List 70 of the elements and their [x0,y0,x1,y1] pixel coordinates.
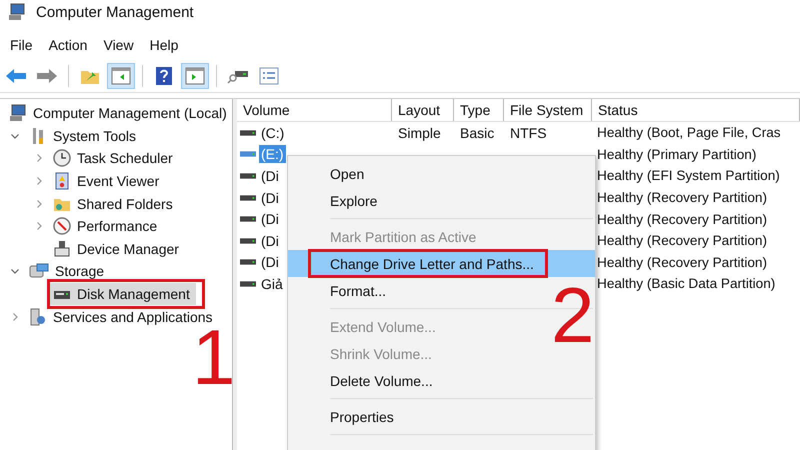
gauge-icon [53,217,71,236]
tree-item[interactable]: Device Manager [50,238,185,260]
tree-item[interactable]: Task Scheduler [50,147,179,170]
table-cell: Healthy (Basic Data Partition) [597,276,776,292]
drive-icon [240,278,256,289]
expand-chevron-icon[interactable] [10,312,20,322]
device-icon [53,240,71,258]
log-icon [53,172,71,190]
drive-icon [240,257,256,268]
tree-item[interactable]: Storage [26,260,110,282]
tree-item[interactable]: System Tools [26,124,142,147]
table-cell: NTFS [510,124,547,141]
computer-icon [9,104,27,122]
table-cell: Basic [460,124,494,141]
drive-label[interactable]: (C:) [259,124,286,142]
tree-item[interactable]: Disk Management [50,283,196,306]
back-arrow-icon [5,68,27,84]
menu-item[interactable]: Properties [288,403,595,430]
toolbar-button[interactable] [181,63,209,89]
table-cell: Healthy (Primary Partition) [597,146,756,162]
menu-item[interactable]: File [2,37,41,53]
computer-icon [8,3,26,21]
tree-item[interactable]: Services and Applications [26,306,219,328]
toolbar-button[interactable] [107,63,135,89]
collapse-chevron-icon[interactable] [10,266,20,276]
menu-item[interactable]: Delete Volume... [288,367,595,394]
drive-icon [240,192,256,203]
step-number: 2 [551,276,594,354]
menu-item[interactable]: Action [40,37,96,53]
drive-label[interactable]: (Di [259,166,281,185]
tree-item[interactable]: Computer Management (Local) [6,102,233,124]
table-cell: Healthy (Boot, Page File, Cras [597,125,781,140]
drive-label[interactable]: (Di [259,188,281,207]
pane-toggle-icon [185,67,205,85]
window-title: Computer Management [36,4,194,20]
drive-icon [240,128,256,138]
expand-chevron-icon[interactable] [34,153,44,164]
menu-item[interactable]: Open [288,160,595,187]
clock-icon [53,149,71,168]
expand-chevron-icon[interactable] [34,198,44,209]
table-cell: Healthy (Recovery Partition) [597,212,767,227]
expand-chevron-icon[interactable] [34,176,44,186]
tree-item[interactable]: Shared Folders [50,192,179,215]
tree-item[interactable]: Event Viewer [50,170,166,192]
drive-label[interactable]: (Di [259,210,281,228]
table-cell: Healthy (Recovery Partition) [597,233,767,248]
storage-icon [29,262,49,280]
drive-label[interactable]: (Di [259,253,281,272]
drive-icon [240,170,256,181]
pane-toggle-icon [111,67,131,85]
menu-item[interactable]: Help [142,37,186,53]
drive-label[interactable]: (Di [259,232,281,250]
connect-icon [227,68,249,84]
menu-item[interactable]: Explore [288,187,595,214]
drive-icon [240,214,256,224]
expand-chevron-icon[interactable] [34,221,44,232]
drive-label[interactable]: Giả [259,274,285,293]
table-cell: Healthy (Recovery Partition) [597,254,767,270]
table-cell: Healthy (EFI System Partition) [597,168,780,184]
services-icon [29,308,47,326]
table-cell: Simple [398,124,441,141]
help-icon [155,66,173,86]
properties-icon [259,67,279,85]
drive-icon [240,236,256,246]
selected-drive-icon [240,149,256,160]
forward-arrow-icon [36,68,58,84]
menu-item[interactable]: View [95,37,142,53]
menu-item[interactable]: Change Drive Letter and Paths... [288,250,595,277]
table-cell: Healthy (Recovery Partition) [597,190,767,206]
tree-item[interactable]: Performance [50,215,164,238]
